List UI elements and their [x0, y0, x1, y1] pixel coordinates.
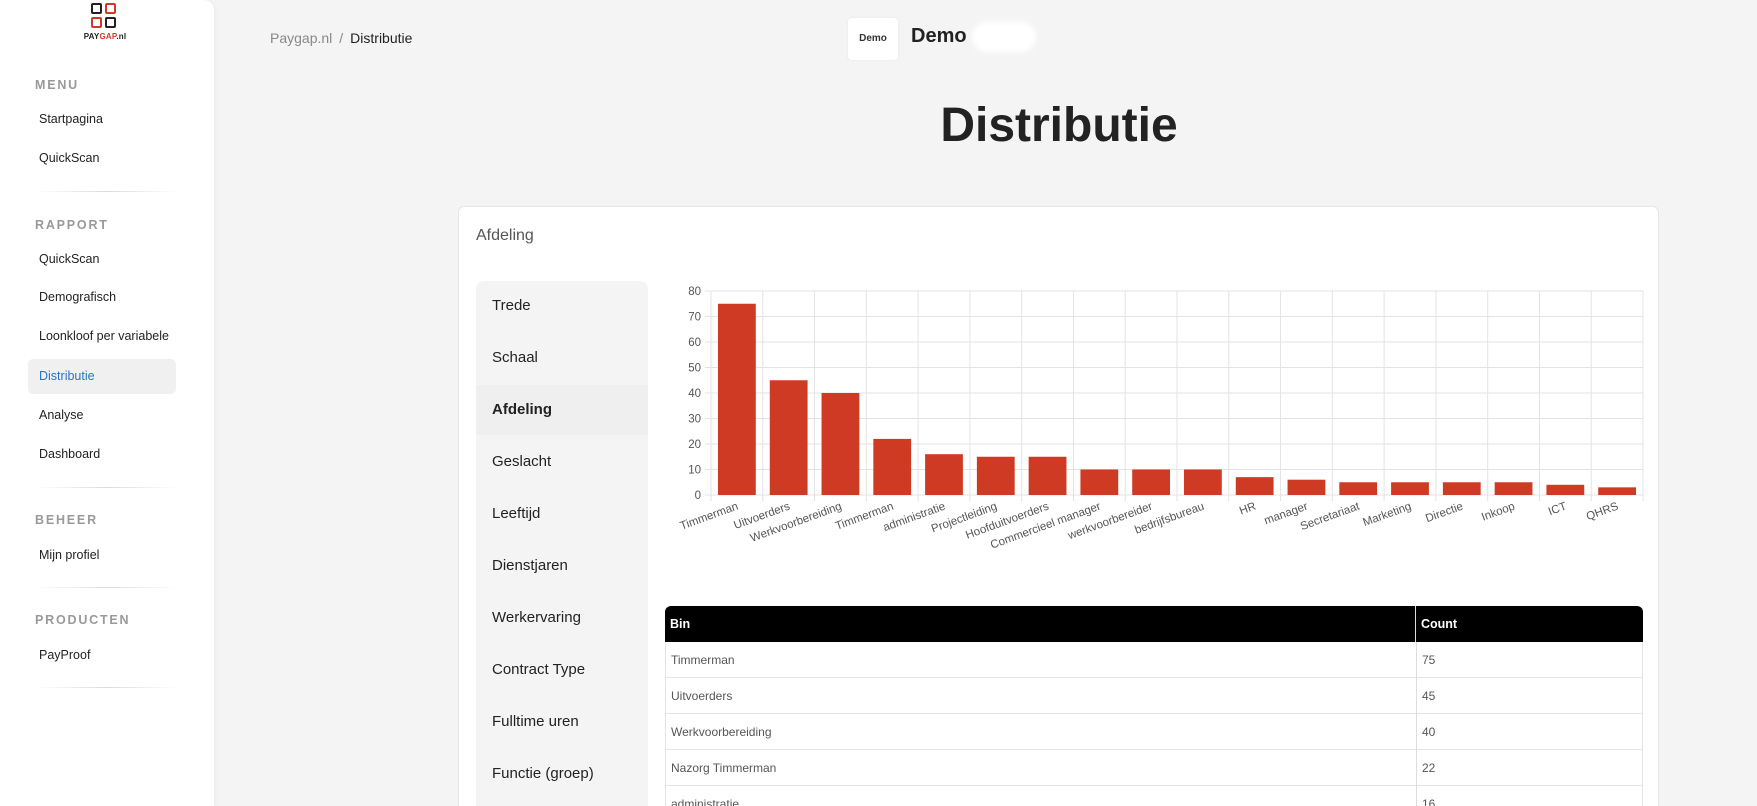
- sidebar-item-dashboard[interactable]: Dashboard: [28, 437, 176, 472]
- redacted-name-blur: [972, 22, 1036, 52]
- sidebar-item-loonkloof[interactable]: Loonkloof per variabele: [28, 319, 176, 354]
- bar: [1183, 469, 1222, 495]
- bar: [717, 303, 756, 495]
- variable-item-trede[interactable]: Trede: [476, 281, 648, 331]
- section-title-menu: MENU: [35, 78, 80, 92]
- sidebar-divider: [36, 487, 178, 488]
- y-tick-label: 0: [695, 490, 701, 502]
- x-tick-label: Secretariaat: [1299, 500, 1362, 533]
- x-tick-label: Inkoop: [1480, 501, 1517, 524]
- x-tick-label: Directie: [1424, 501, 1465, 526]
- y-tick-label: 50: [688, 363, 701, 375]
- bar: [925, 454, 963, 495]
- table-row: Timmerman 75: [665, 642, 1643, 678]
- organization-name: Demo: [911, 25, 967, 47]
- sidebar-item-mijn-profiel[interactable]: Mijn profiel: [28, 538, 176, 573]
- card-title: Afdeling: [476, 227, 534, 244]
- variable-item-leeftijd[interactable]: Leeftijd: [476, 489, 648, 539]
- x-tick-label: Werkvoorbereiding: [749, 501, 844, 545]
- sidebar-item-rapport-quickscan[interactable]: QuickScan: [28, 242, 176, 277]
- table-cell-count: 75: [1416, 642, 1644, 678]
- sidebar-divider: [36, 687, 178, 688]
- column-header-bin[interactable]: Bin: [665, 606, 1415, 642]
- bar: [976, 456, 1015, 495]
- x-tick-label: HR: [1238, 501, 1258, 518]
- bar: [1132, 469, 1171, 495]
- y-tick-label: 60: [688, 337, 701, 349]
- sidebar-item-payproof[interactable]: PayProof: [28, 638, 176, 673]
- logo-text: PAYGAP.nl: [83, 32, 127, 41]
- variable-item-dienstjaren[interactable]: Dienstjaren: [476, 541, 648, 591]
- variable-item-werkervaring[interactable]: Werkervaring: [476, 593, 648, 643]
- paygap-logo[interactable]: PAYGAP.nl: [78, 3, 132, 45]
- sidebar-item-analyse[interactable]: Analyse: [28, 398, 176, 433]
- breadcrumb-separator: /: [339, 30, 344, 46]
- bar: [1598, 487, 1637, 495]
- y-tick-label: 80: [688, 286, 701, 298]
- table-row: Uitvoerders 45: [665, 678, 1643, 714]
- x-tick-label: QHRS: [1585, 500, 1621, 523]
- table-header: Bin Count: [665, 606, 1643, 642]
- breadcrumb: Paygap.nl / Distributie: [270, 30, 412, 46]
- bar: [1235, 477, 1274, 495]
- y-tick-label: 30: [688, 414, 701, 426]
- variable-item-afdeling[interactable]: Afdeling: [476, 385, 648, 435]
- section-title-beheer: BEHEER: [35, 513, 98, 527]
- bar: [1028, 456, 1067, 495]
- sidebar-item-distributie[interactable]: Distributie: [28, 359, 176, 394]
- section-title-producten: PRODUCTEN: [35, 613, 131, 627]
- x-tick-label: Timmerman: [679, 501, 740, 533]
- variable-item-geslacht[interactable]: Geslacht: [476, 437, 648, 487]
- bar: [769, 380, 808, 495]
- section-title-rapport: RAPPORT: [35, 218, 109, 232]
- distribution-table: Bin Count Timmerman 75 Uitvoerders 45 We…: [665, 606, 1643, 806]
- x-tick-label: Marketing: [1361, 501, 1413, 530]
- table-cell-count: 16: [1416, 786, 1644, 806]
- table-row: Nazorg Timmerman 22: [665, 750, 1643, 786]
- bar: [1546, 484, 1585, 495]
- bar: [1494, 482, 1533, 495]
- organization-logo: Demo: [848, 18, 898, 60]
- table-cell-count: 40: [1416, 714, 1644, 750]
- bar: [1287, 479, 1326, 495]
- table-cell-bin: administratie: [671, 797, 740, 806]
- variable-item-functie-groep[interactable]: Functie (groep): [476, 749, 648, 799]
- sidebar-divider: [36, 191, 178, 192]
- table-cell-bin: Werkvoorbereiding: [671, 725, 772, 739]
- distribution-card: Afdeling Trede Schaal Afdeling Geslacht …: [458, 206, 1659, 806]
- bar: [1339, 482, 1378, 495]
- variable-item-schaal[interactable]: Schaal: [476, 333, 648, 383]
- y-tick-label: 10: [688, 465, 701, 477]
- bar: [821, 393, 860, 495]
- bar: [1080, 469, 1119, 495]
- breadcrumb-root-link[interactable]: Paygap.nl: [270, 30, 332, 46]
- y-tick-label: 70: [688, 312, 701, 324]
- x-tick-label: ICT: [1547, 501, 1569, 519]
- table-cell-bin: Nazorg Timmerman: [671, 761, 777, 775]
- bar: [873, 438, 912, 495]
- distribution-bar-chart: 0 10 20 30 40 50 60 70 80 Timmerman Uitvoerders Wer…: [663, 281, 1653, 581]
- y-tick-label: 20: [688, 439, 701, 451]
- table-cell-count: 22: [1416, 750, 1644, 786]
- table-cell-bin: Uitvoerders: [671, 689, 733, 703]
- page-title: Distributie: [940, 99, 1178, 152]
- breadcrumb-current: Distributie: [350, 30, 413, 46]
- table-cell-bin: Timmerman: [671, 653, 735, 667]
- table-cell-count: 45: [1416, 678, 1644, 714]
- bar-chart-svg: 01020304050607080TimmermanUitvoerdersWer…: [679, 286, 1644, 552]
- column-header-count[interactable]: Count: [1415, 606, 1643, 642]
- bar: [1442, 482, 1481, 495]
- bar: [1391, 482, 1429, 495]
- sidebar-item-demografisch[interactable]: Demografisch: [28, 280, 176, 315]
- logo-squares-icon: [91, 3, 117, 31]
- variable-list: Trede Schaal Afdeling Geslacht Leeftijd …: [476, 281, 648, 806]
- variable-item-contract-type[interactable]: Contract Type: [476, 645, 648, 695]
- variable-item-fulltime-uren[interactable]: Fulltime uren: [476, 697, 648, 747]
- sidebar-divider: [36, 587, 178, 588]
- y-tick-label: 40: [688, 388, 701, 400]
- table-row: Werkvoorbereiding 40: [665, 714, 1643, 750]
- table-row: administratie 16: [665, 786, 1643, 806]
